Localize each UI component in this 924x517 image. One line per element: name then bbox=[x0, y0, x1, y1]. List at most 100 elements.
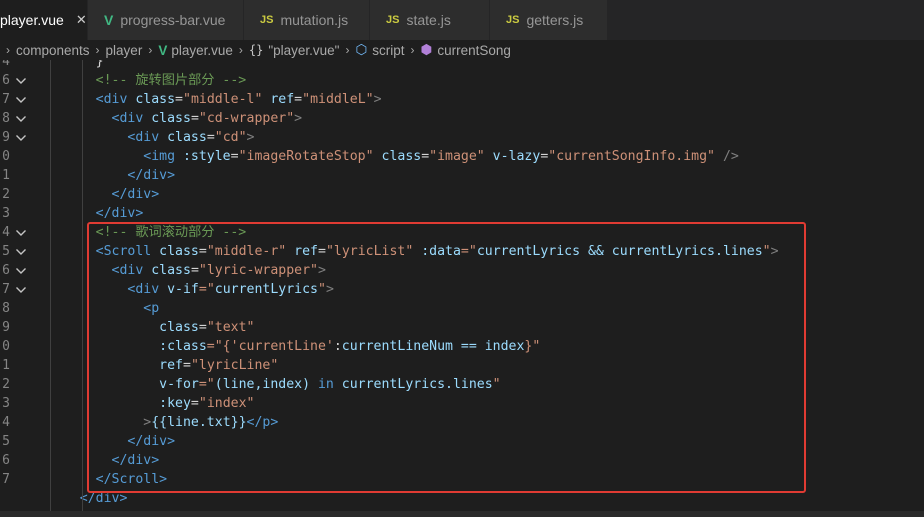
fold-chevron-icon[interactable] bbox=[15, 94, 27, 106]
line-number: 5 bbox=[2, 434, 10, 449]
indent-guide bbox=[50, 60, 51, 511]
line-number: 5 bbox=[2, 244, 10, 259]
code-line: 4 } bbox=[0, 60, 924, 71]
fold-chevron-icon[interactable] bbox=[15, 246, 27, 258]
code-line: 3 </div> bbox=[0, 204, 924, 223]
line-number: 6 bbox=[2, 453, 10, 468]
code-line: 1 </div> bbox=[0, 166, 924, 185]
tab-label: getters.js bbox=[526, 12, 584, 28]
tab-label: player.vue bbox=[0, 12, 64, 28]
breadcrumb-item-script[interactable]: script bbox=[372, 43, 404, 58]
code-line: 6 <!-- 旋转图片部分 --> bbox=[0, 71, 924, 90]
line-number: 7 bbox=[2, 472, 10, 487]
code-token: = bbox=[175, 92, 183, 107]
breadcrumb-item-module[interactable]: "player.vue" bbox=[268, 43, 339, 58]
line-number: 4 bbox=[2, 60, 10, 69]
line-number: 8 bbox=[2, 301, 10, 316]
line-number: 1 bbox=[2, 168, 10, 183]
code-token: v-lazy bbox=[484, 149, 541, 164]
code-token: class bbox=[159, 130, 207, 145]
code-token: > bbox=[373, 92, 382, 107]
code-text: </div> bbox=[48, 204, 144, 223]
code-token: <div bbox=[127, 130, 160, 145]
tab-2[interactable]: JS mutation.js bbox=[244, 0, 370, 40]
line-number: 2 bbox=[2, 187, 10, 202]
code-token: "middle-l" bbox=[183, 92, 263, 107]
indent-guide bbox=[82, 60, 83, 511]
fold-chevron-icon[interactable] bbox=[15, 227, 27, 239]
close-icon[interactable]: ✕ bbox=[76, 12, 87, 28]
code-text: <div class="cd"> bbox=[48, 128, 254, 147]
line-number: 7 bbox=[2, 282, 10, 297]
fold-chevron-icon[interactable] bbox=[15, 132, 27, 144]
line-number: 6 bbox=[2, 73, 10, 88]
tab-4[interactable]: JS getters.js bbox=[490, 0, 608, 40]
line-number: 7 bbox=[2, 92, 10, 107]
chevron-right-icon: › bbox=[410, 43, 415, 57]
code-text: <img :style="imageRotateStop" class="ima… bbox=[48, 147, 739, 166]
breadcrumb-item-player[interactable]: player bbox=[106, 43, 143, 58]
code-token: "image" bbox=[429, 149, 485, 164]
code-text: </div> bbox=[48, 185, 160, 204]
fold-chevron-icon[interactable] bbox=[15, 265, 27, 277]
code-token: "middleL" bbox=[302, 92, 374, 107]
tab-label: progress-bar.vue bbox=[120, 12, 226, 28]
code-token: <!-- 旋转图片部分 --> bbox=[95, 73, 247, 88]
code-token: class bbox=[143, 111, 191, 126]
line-number: 9 bbox=[2, 130, 10, 145]
code-token: "cd-wrapper" bbox=[198, 111, 295, 126]
chevron-right-icon: › bbox=[6, 43, 10, 57]
code-token: = bbox=[190, 111, 199, 126]
code-token: = bbox=[421, 149, 430, 164]
breadcrumb-item-symbol[interactable]: currentSong bbox=[437, 43, 511, 58]
cube-icon: ⬡ bbox=[355, 42, 368, 57]
tab-0[interactable]: player.vue ✕ bbox=[0, 0, 88, 40]
code-token: <div bbox=[111, 111, 144, 126]
code-text: <!-- 旋转图片部分 --> bbox=[48, 71, 247, 90]
tab-bar: player.vue ✕ Vprogress-bar.vue JS mutation.j… bbox=[0, 0, 924, 40]
fold-chevron-icon[interactable] bbox=[15, 75, 27, 87]
code-token: class bbox=[373, 149, 422, 164]
breadcrumb: › components › player › V player.vue › {… bbox=[0, 40, 924, 60]
code-text: } bbox=[48, 60, 104, 71]
line-number: 3 bbox=[2, 396, 10, 411]
tab-3[interactable]: JS state.js bbox=[370, 0, 490, 40]
fold-chevron-icon[interactable] bbox=[15, 284, 27, 296]
braces-icon: {} bbox=[248, 43, 264, 57]
tab-1[interactable]: Vprogress-bar.vue bbox=[88, 0, 244, 40]
code-token: "currentSongInfo.img" bbox=[548, 149, 715, 164]
js-icon: JS bbox=[386, 14, 400, 26]
fold-chevron-icon[interactable] bbox=[15, 113, 27, 125]
line-number: 9 bbox=[2, 320, 10, 335]
code-line: 7 <div class="middle-l" ref="middleL"> bbox=[0, 90, 924, 109]
horizontal-scrollbar[interactable] bbox=[0, 511, 924, 517]
code-token: class bbox=[127, 92, 176, 107]
code-text: </div> bbox=[48, 166, 175, 185]
breadcrumb-item-components[interactable]: components bbox=[16, 43, 90, 58]
line-number: 0 bbox=[2, 149, 10, 164]
tab-label: mutation.js bbox=[280, 12, 349, 28]
code-token: > bbox=[294, 111, 303, 126]
code-token: } bbox=[95, 60, 104, 69]
breadcrumb-item-file[interactable]: player.vue bbox=[171, 43, 233, 58]
vue-icon: V bbox=[104, 12, 114, 28]
code-token: = bbox=[294, 92, 303, 107]
code-text: <div class="cd-wrapper"> bbox=[48, 109, 303, 128]
tab-label: state.js bbox=[406, 12, 451, 28]
chevron-right-icon: › bbox=[345, 43, 350, 57]
code-token: </div> bbox=[79, 491, 128, 506]
js-icon: JS bbox=[506, 14, 520, 26]
code-token: :style bbox=[175, 149, 231, 164]
line-number: 0 bbox=[2, 339, 10, 354]
highlight-box bbox=[87, 222, 806, 493]
code-token: </div> bbox=[95, 206, 144, 221]
code-token: /> bbox=[715, 149, 739, 164]
code-token: <div bbox=[95, 92, 128, 107]
code-line: 0 <img :style="imageRotateStop" class="i… bbox=[0, 147, 924, 166]
